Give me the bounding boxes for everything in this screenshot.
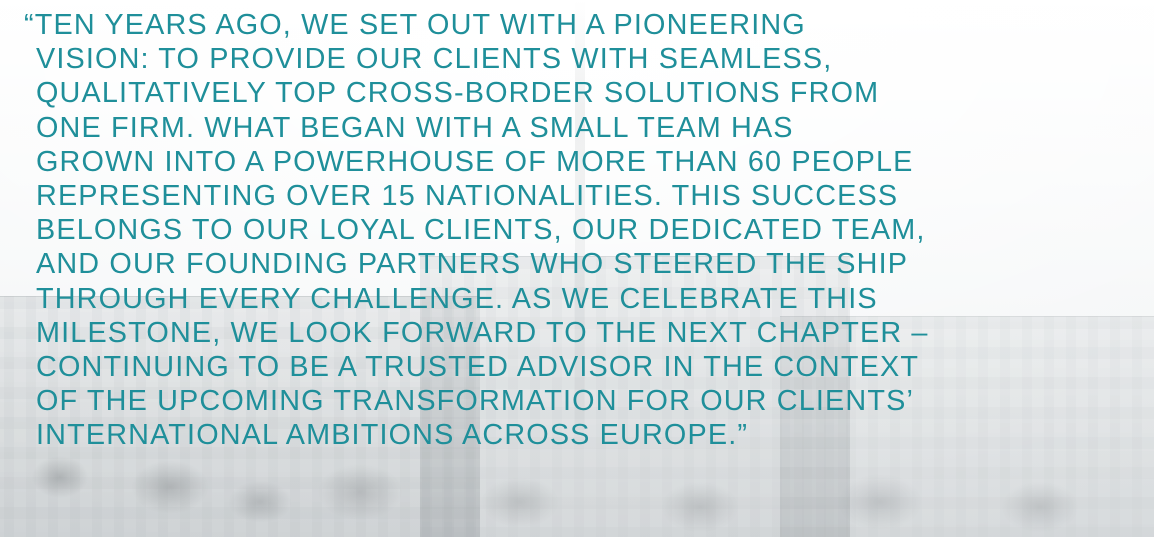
quote-line: “TEN YEARS AGO, WE SET OUT WITH A PIONEE…	[24, 9, 806, 41]
quote-line: QUALITATIVELY TOP CROSS-BORDER SOLUTIONS…	[36, 77, 880, 110]
quote-line: THROUGH EVERY CHALLENGE. AS WE CELEBRATE…	[36, 282, 878, 315]
quote-line: OF THE UPCOMING TRANSFORMATION FOR OUR C…	[36, 385, 914, 418]
quote-line: CONTINUING TO BE A TRUSTED ADVISOR IN TH…	[36, 351, 920, 384]
quote-line: INTERNATIONAL AMBITIONS ACROSS EUROPE.”	[36, 419, 749, 452]
quote-line: GROWN INTO A POWERHOUSE OF MORE THAN 60 …	[36, 145, 914, 178]
quote-line: BELONGS TO OUR LOYAL CLIENTS, OUR DEDICA…	[36, 214, 926, 247]
quote-line: ONE FIRM. WHAT BEGAN WITH A SMALL TEAM H…	[36, 111, 794, 144]
quote-line: MILESTONE, WE LOOK FORWARD TO THE NEXT C…	[36, 316, 929, 349]
quote-line: VISION: TO PROVIDE OUR CLIENTS WITH SEAM…	[36, 43, 833, 76]
quote-line: REPRESENTING OVER 15 NATIONALITIES. THIS…	[36, 180, 899, 213]
quote-line: AND OUR FOUNDING PARTNERS WHO STEERED TH…	[36, 248, 909, 281]
quote-text: “TEN YEARS AGO, WE SET OUT WITH A PIONEE…	[24, 8, 1142, 453]
